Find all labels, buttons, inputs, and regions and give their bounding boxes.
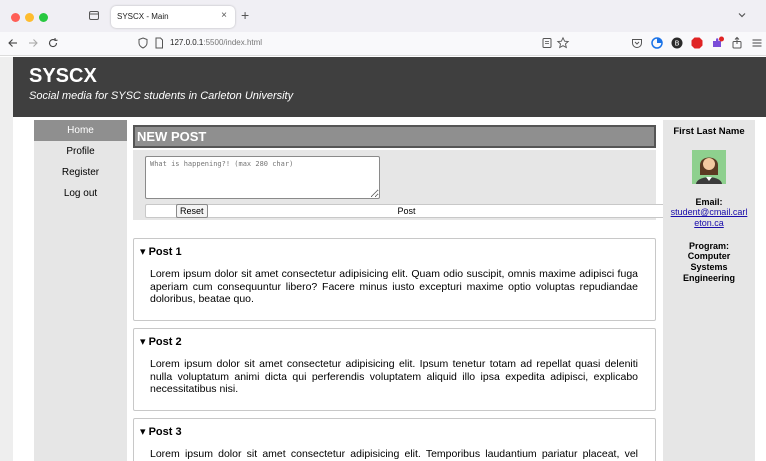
tab-strip: SYSCX - Main × + <box>0 0 766 32</box>
side-navigation: Home Profile Register Log out <box>34 120 127 461</box>
maximize-window-button[interactable] <box>39 13 48 22</box>
email-label: Email: <box>695 197 723 207</box>
page-info-icon[interactable] <box>154 37 164 49</box>
new-tab-button[interactable]: + <box>241 8 249 22</box>
reload-icon[interactable] <box>46 36 60 50</box>
new-post-heading: NEW POST <box>133 125 656 148</box>
browser-tab[interactable]: SYSCX - Main × <box>111 6 235 28</box>
profile-name: First Last Name <box>673 126 745 137</box>
post-title[interactable]: ▾ Post 1 <box>140 245 182 258</box>
reader-view-icon[interactable] <box>540 36 554 50</box>
minimize-window-button[interactable] <box>25 13 34 22</box>
adblock-icon[interactable] <box>690 36 704 50</box>
chevron-down-icon[interactable] <box>736 9 748 21</box>
extension-circle-icon[interactable] <box>650 36 664 50</box>
post-body: Lorem ipsum dolor sit amet consectetur a… <box>150 268 638 305</box>
pocket-icon[interactable] <box>630 36 644 50</box>
post-title[interactable]: ▾ Post 3 <box>140 425 182 438</box>
program-label: Program: <box>688 241 729 251</box>
web-page: SYSCX Social media for SYSC students in … <box>0 57 766 461</box>
url-text[interactable]: 127.0.0.1:5500/index.html <box>170 38 262 47</box>
page-content: Home Profile Register Log out NEW POST P… <box>13 117 766 461</box>
back-icon[interactable] <box>6 36 20 50</box>
bookmark-star-icon[interactable] <box>556 36 570 50</box>
tabs-overview-icon[interactable] <box>88 9 100 21</box>
site-subtitle: Social media for SYSC students in Carlet… <box>29 90 294 102</box>
post-textarea[interactable] <box>145 156 380 199</box>
browser-toolbar: 127.0.0.1:5500/index.html B <box>0 32 766 56</box>
site-header: SYSCX Social media for SYSC students in … <box>13 57 766 117</box>
browser-window: SYSCX - Main × + 127.0.0.1:5500/index.ht… <box>0 0 766 461</box>
post-button[interactable]: Post <box>145 204 668 218</box>
nav-link-register[interactable]: Register <box>34 162 127 183</box>
email-link[interactable]: student@cmail.carleton.ca <box>669 207 749 229</box>
url-bar[interactable]: 127.0.0.1:5500/index.html <box>134 34 574 54</box>
post-body: Lorem ipsum dolor sit amet consectetur a… <box>150 358 638 395</box>
svg-text:B: B <box>675 40 680 48</box>
tracking-protection-icon[interactable] <box>138 37 148 49</box>
post-title[interactable]: ▾ Post 2 <box>140 335 182 348</box>
post-card: ▾ Post 2 Lorem ipsum dolor sit amet cons… <box>133 328 656 411</box>
forward-icon[interactable] <box>26 36 40 50</box>
url-path: :5500/index.html <box>203 38 263 47</box>
url-host: 127.0.0.1 <box>170 38 204 47</box>
main-feed: NEW POST Post Reset ▾ Post 1 Lorem ipsum… <box>133 120 668 461</box>
post-card: ▾ Post 1 Lorem ipsum dolor sit amet cons… <box>133 238 656 321</box>
profile-sidebar: First Last Name Email: student@cmail.car… <box>663 120 755 461</box>
program-value: Computer Systems Engineering <box>682 251 735 283</box>
extensions-puzzle-icon[interactable] <box>710 36 724 50</box>
share-icon[interactable] <box>730 36 744 50</box>
new-post-form: Post Reset <box>133 150 668 220</box>
tab-close-icon[interactable]: × <box>221 10 227 21</box>
site-title: SYSCX <box>29 65 97 87</box>
reset-button[interactable]: Reset <box>176 204 208 218</box>
tab-title: SYSCX - Main <box>117 12 169 21</box>
post-card: ▾ Post 3 Lorem ipsum dolor sit amet cons… <box>133 418 656 461</box>
menu-icon[interactable] <box>750 36 764 50</box>
nav-link-profile[interactable]: Profile <box>34 141 127 162</box>
nav-link-home[interactable]: Home <box>34 120 127 141</box>
nav-link-log-out[interactable]: Log out <box>34 183 127 204</box>
extension-b-icon[interactable]: B <box>670 36 684 50</box>
close-window-button[interactable] <box>11 13 20 22</box>
post-body: Lorem ipsum dolor sit amet consectetur a… <box>150 448 638 461</box>
avatar <box>692 150 726 184</box>
